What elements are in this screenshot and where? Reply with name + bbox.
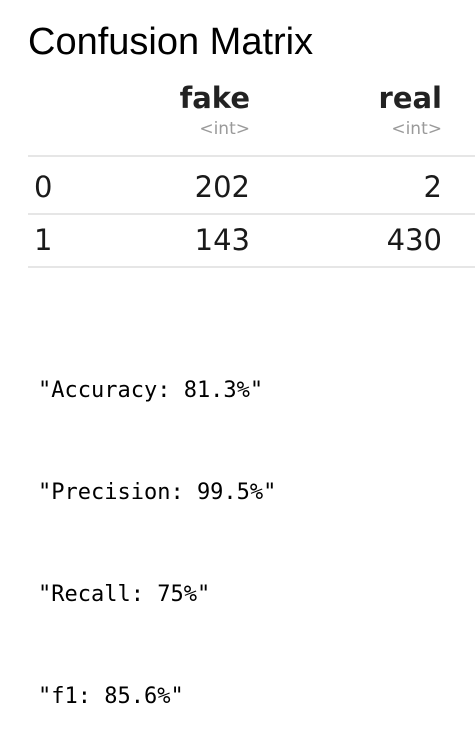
table-cell-fake: 202 [194,170,250,204]
table-row: 0 202 2 [0,165,475,209]
column-header-real: real [378,81,442,115]
column-header-fake: fake [179,81,250,115]
table-cell-real: 2 [423,170,442,204]
header-divider [28,155,475,157]
table-cell-fake: 143 [194,223,250,257]
metrics-output: "Accuracy: 81.3%" "Precision: 99.5%" "Re… [38,306,276,748]
row-label: 0 [34,170,53,204]
column-type-fake: <int> [199,119,250,139]
page-title: Confusion Matrix [28,21,314,63]
f1-text: "f1: 85.6%" [38,684,184,709]
column-type-real: <int> [391,119,442,139]
table-bottom-rule [28,266,475,268]
row-divider [28,213,475,215]
table-row: 1 143 430 [0,218,475,262]
accuracy-text: "Accuracy: 81.3%" [38,378,264,403]
recall-text: "Recall: 75%" [38,582,211,607]
row-label: 1 [34,223,53,257]
table-cell-real: 430 [386,223,442,257]
precision-text: "Precision: 99.5%" [38,480,277,505]
